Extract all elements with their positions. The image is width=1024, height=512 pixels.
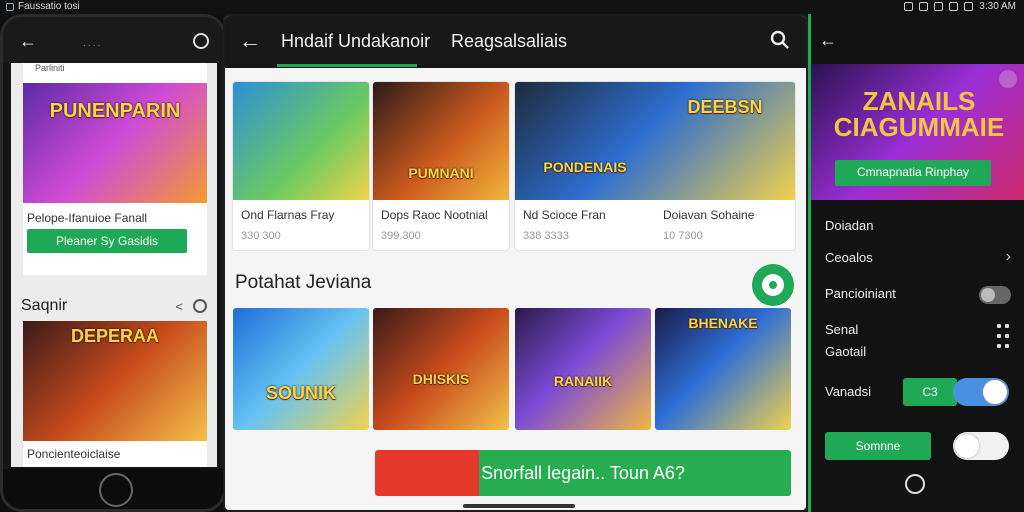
system-status-bar: Faussatio tosi 3:30 AM [0, 0, 1024, 14]
toggle-switch[interactable] [953, 432, 1009, 460]
card-title: Poncienteoiclaise [27, 447, 121, 461]
game-banner-image[interactable]: PUNENPARIN [23, 83, 207, 203]
section-header: Saqnir < [21, 291, 207, 321]
game-price: 10 7300 [663, 230, 703, 242]
left-phone-toolbar: ← · · · · [3, 17, 223, 63]
home-button[interactable] [99, 473, 133, 507]
grid-dots-icon[interactable] [997, 320, 1009, 354]
game-tile-image[interactable]: RANAIIK [515, 308, 651, 430]
tile-art-label: RANAIIK [553, 373, 613, 389]
setting-label: Doiadan [825, 218, 874, 233]
game-card[interactable]: DEPERAA Poncienteoiclaise [23, 321, 207, 467]
promo-banner[interactable]: ZANAILS CIAGUMMAIE Cmnapnatia Rinphay [811, 64, 1024, 200]
setting-label: Ceoalos [825, 250, 873, 265]
play-button[interactable]: Pleaner Sy Gasidis [27, 229, 187, 253]
share-icon[interactable]: < [175, 299, 183, 314]
game-tile-image[interactable]: DHISKIS [373, 308, 509, 430]
clock-time: 3:30 AM [979, 1, 1016, 12]
game-name: Dops Raoc Nootnial [381, 208, 488, 222]
section-icons: < [175, 299, 207, 314]
app-icon [6, 2, 14, 11]
setting-row[interactable]: Senal Gaotail [825, 320, 1015, 360]
toggle-switch[interactable] [953, 378, 1009, 406]
setting-row[interactable]: Vanadsi C3 [825, 378, 1015, 406]
left-phone-screen: Parliniti PUNENPARIN Pelope-Ifanuioe Fan… [11, 63, 217, 467]
back-arrow-icon[interactable]: ← [239, 28, 261, 54]
setting-label: Senal [825, 322, 859, 337]
toggle-icon[interactable] [752, 264, 794, 306]
game-tile[interactable]: PUMNANI Dops Raoc Nootnial 399.300 [373, 82, 509, 250]
clock-icon[interactable] [193, 33, 209, 49]
search-icon[interactable] [770, 30, 790, 50]
status-badge[interactable]: C3 [903, 378, 957, 406]
setting-label: Gaotail [825, 344, 867, 359]
banner-title: DEPERAA [70, 326, 159, 346]
banner-button[interactable]: Cmnapnatia Rinphay [835, 160, 991, 186]
game-tile-wide[interactable]: PONDENAIS DEEBSN Nd Scioce Fran 338 3333… [515, 82, 795, 250]
setting-row[interactable]: Ceoalos › [825, 248, 1015, 270]
active-tab-indicator [277, 64, 417, 67]
game-card-image[interactable]: DEPERAA [23, 321, 207, 441]
tab-secondary[interactable]: Reagsalsaliais [451, 31, 567, 52]
card-caption: Parliniti [35, 63, 65, 73]
game-name: Doiavan Sohaine [663, 208, 755, 222]
tile-art-label: DHISKIS [412, 371, 470, 387]
banner-title: PUNENPARIN [49, 100, 181, 122]
battery-icon [964, 2, 974, 11]
close-icon[interactable] [999, 70, 1017, 88]
right-settings-panel: ← ZANAILS CIAGUMMAIE Cmnapnatia Rinphay … [808, 14, 1024, 512]
left-phone: ← · · · · Parliniti PUNENPARIN Pelope-If… [0, 14, 226, 512]
home-button[interactable] [905, 474, 925, 494]
cta-button[interactable]: Snorfall legain.. Toun A6? [375, 450, 791, 496]
tile-art-label: PONDENAIS [543, 159, 627, 175]
setting-label: Pancioiniant [825, 286, 896, 301]
game-price: 399.300 [381, 230, 421, 242]
right-toolbar: ← [811, 14, 1024, 64]
game-tile-image[interactable]: SOUNIK [233, 308, 369, 430]
status-right: 3:30 AM [904, 1, 1016, 12]
refresh-icon[interactable] [193, 299, 207, 313]
chevron-right-icon[interactable]: › [1006, 248, 1011, 266]
game-tile-image[interactable]: PUMNANI [373, 82, 509, 200]
game-price: 338 3333 [523, 230, 569, 242]
game-name: Ond Flarnas Fray [241, 208, 335, 222]
banner-title: ZANAILS CIAGUMMAIE [833, 86, 1005, 142]
toolbar-title: · · · · [83, 41, 101, 50]
wifi-icon [949, 2, 959, 11]
back-arrow-icon[interactable]: ← [19, 31, 37, 52]
game-price: 330 300 [241, 230, 281, 242]
phone-nav-bar [3, 469, 223, 509]
tab-primary[interactable]: Hndaif Undakanoir [281, 31, 430, 52]
bluetooth-icon [934, 2, 944, 11]
game-tile[interactable]: Ond Flarnas Fray 330 300 [233, 82, 369, 250]
tile-art-label: SOUNIK [265, 383, 336, 403]
center-tablet: ← Hndaif Undakanoir Reagsalsaliais Ond F… [223, 14, 808, 512]
game-tile-image[interactable]: BHENAKE [655, 308, 791, 430]
tablet-content: Ond Flarnas Fray 330 300 PUMNANI Dops Ra… [225, 68, 806, 510]
back-arrow-icon[interactable]: ← [819, 30, 837, 51]
tile-art-label: DEEBSN [687, 97, 763, 117]
game-name: Nd Scioce Fran [523, 208, 606, 222]
app-label: Faussatio tosi [18, 1, 80, 12]
section-title: Saqnir [21, 297, 68, 314]
section-title: Potahat Jeviana [235, 272, 372, 293]
notification-icon [904, 2, 914, 11]
setting-label: Vanadsi [825, 384, 872, 399]
tile-art-label: BHENAKE [688, 315, 758, 331]
card-title: Pelope-Ifanuioe Fanall [27, 211, 148, 225]
game-tile-image[interactable] [233, 82, 369, 200]
gallery-icon [919, 2, 929, 11]
game-tile-image[interactable]: PONDENAIS DEEBSN [515, 82, 795, 200]
submit-button[interactable]: Somnne [825, 432, 931, 460]
status-left: Faussatio tosi [6, 1, 80, 12]
tile-art-label: PUMNANI [408, 165, 474, 181]
setting-row[interactable]: Doiadan [825, 216, 1015, 238]
tablet-toolbar: ← Hndaif Undakanoir Reagsalsaliais [225, 16, 806, 68]
toggle-switch[interactable] [979, 286, 1011, 304]
setting-row[interactable]: Pancioiniant [825, 284, 1015, 306]
featured-card[interactable]: Parliniti PUNENPARIN Pelope-Ifanuioe Fan… [23, 63, 207, 275]
setting-row[interactable]: Somnne [825, 432, 1015, 462]
home-indicator[interactable] [463, 504, 575, 508]
multi-device-stage: Faussatio tosi 3:30 AM ← · · · · Parlini… [0, 0, 1024, 512]
